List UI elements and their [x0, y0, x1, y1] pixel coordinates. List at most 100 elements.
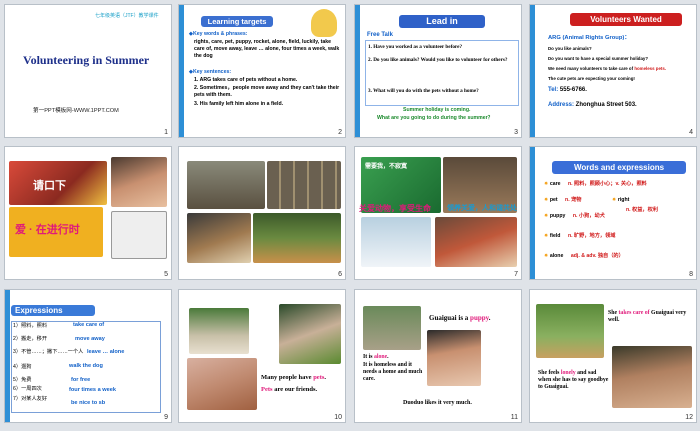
sentence-2: 2. Sometimes，people move away and they c…: [194, 85, 340, 99]
caption-line-1: She takes care of Guaiguai very well.: [608, 310, 687, 324]
slide-number: 4: [689, 129, 693, 136]
slide-thumbnail-7[interactable]: 需要我，不寂寞 关爱动物，享受生命 领养关爱，人和谐共处 7: [354, 146, 522, 280]
slide-thumbnail-10[interactable]: Many people have pets. Pets are our frie…: [178, 289, 346, 423]
cartoon-mascot: [311, 9, 337, 37]
question-1: 1. Have you worked as a volunteer before…: [368, 44, 463, 50]
side-bar: [355, 5, 360, 137]
expr-cn-2: 2）搬走，移开: [13, 336, 48, 342]
slide-number: 12: [685, 414, 693, 421]
word-row: ✸ pet n. 宠物: [544, 197, 582, 203]
slide-number: 11: [510, 414, 518, 421]
expr-cn-1: 1）照料，照料: [13, 323, 48, 329]
slide-title: Learning targets: [201, 16, 273, 27]
sun-icon: ✸: [544, 197, 549, 203]
dogs-collage-photo: [267, 161, 341, 209]
caption-line-3: It is homeless and it needs a home and m…: [363, 362, 423, 383]
expr-en-2: move away: [75, 336, 105, 342]
expr-cn-6: 6）一周四次: [13, 386, 42, 392]
key-words-heading: ◆Key words & phrases:: [189, 31, 248, 37]
puppy-photo: [363, 306, 421, 350]
expr-en-6: four times a week: [69, 387, 116, 393]
expr-en-7: be nice to sb: [71, 400, 106, 406]
slide-title: Volunteers Wanted: [570, 13, 682, 26]
dogs-on-grass-photo: [253, 213, 341, 263]
key-words-text: rights, care, pet, puppy, rocket, alone,…: [194, 39, 340, 60]
free-talk-label: Free Talk: [367, 32, 393, 38]
slide-number: 7: [514, 271, 518, 278]
polar-animal-photo: [361, 217, 431, 267]
side-bar: [530, 5, 535, 137]
girl-hugging-dog-photo: [612, 346, 692, 408]
girl-portrait-photo: [427, 330, 481, 386]
note-line-1: Summer holiday is coming.: [403, 107, 471, 113]
volunteers-with-dogs-photo: [435, 217, 517, 267]
caption-line-1: Guaiguai is a puppy.: [429, 314, 491, 322]
slide-number: 5: [164, 271, 168, 278]
caption-line-2: She feels lonely and sad when she has to…: [538, 370, 609, 391]
word-row: ✸ alone adj. & adv. 独自（的）: [544, 253, 624, 259]
slide-thumbnail-1[interactable]: 七年级英语（JTF）教学课件 Volunteering in Summer 第一…: [4, 4, 172, 138]
slide-title: Expressions: [11, 305, 95, 316]
girl-with-dog-photo: [111, 157, 167, 207]
caption-line-2: Pets are our friends.: [261, 386, 318, 393]
sentence-3: 3. His family left him alone in a field.: [194, 101, 284, 107]
sun-icon: ✸: [544, 181, 549, 187]
slide-thumbnail-4[interactable]: Volunteers Wanted ARG (Animal Rights Gro…: [529, 4, 697, 138]
line-3: Do you want to have a special summer hol…: [548, 56, 649, 61]
word-row: ✸ care n. 照料，照顾小心；v. 关心，照料: [544, 181, 647, 187]
poster-caption-1: 需要我，不寂寞: [365, 164, 408, 170]
slide-thumbnail-9[interactable]: Expressions 1）照料，照料 take care of 2）搬走，移开…: [4, 289, 172, 423]
slide-number: 1: [164, 129, 168, 136]
man-with-parrot-photo: [279, 304, 341, 364]
slide-number: 3: [514, 129, 518, 136]
slide-title: Volunteering in Summer: [23, 53, 150, 67]
slide-thumbnail-12[interactable]: She takes care of Guaiguai very well. Sh…: [529, 289, 697, 423]
word-row: ✸ right: [612, 197, 630, 203]
side-bar: [179, 5, 184, 137]
side-bar: [5, 290, 10, 422]
sun-icon: ✸: [544, 253, 549, 259]
sentence-1: 1. ARG takes care of pets without a home…: [194, 77, 298, 83]
slide-number: 8: [689, 271, 693, 278]
sun-icon: ✸: [544, 233, 549, 239]
slide-header: 七年级英语（JTF）教学课件: [95, 13, 159, 19]
slide-thumbnail-2[interactable]: Learning targets ◆Key words & phrases: r…: [178, 4, 346, 138]
question-2: 2. Do you like animals? Would you like t…: [368, 57, 508, 63]
girl-running-with-dog-photo: [536, 304, 604, 358]
banner-text: 爱 · 在进行时: [15, 224, 80, 236]
photo-sign: 请口下: [33, 180, 66, 192]
man-with-dog-photo: [189, 308, 249, 354]
caption-line-1: Many people have pets.: [261, 374, 327, 381]
note-line-2: What are you going to do during the summ…: [377, 115, 493, 121]
slide-thumbnail-3[interactable]: Lead in Free Talk 1. Have you worked as …: [354, 4, 522, 138]
org-name: ARG (Animal Rights Group)：: [548, 35, 631, 41]
expr-cn-5: 5）免费: [13, 377, 32, 383]
poster-caption-3: 领养关爱，人和谐共处: [447, 205, 517, 212]
slide-number: 9: [164, 414, 168, 421]
dog-shelter-photo: [187, 161, 265, 209]
address-line: Address: Zhonghua Street 503.: [548, 102, 637, 108]
tel-line: Tel: 555-6766.: [548, 87, 587, 93]
key-sentences-heading: ◆Key sentences:: [189, 69, 232, 75]
slide-footer: 第一PPT模板网-WWW.1PPT.COM: [33, 108, 119, 114]
slide-thumbnail-6[interactable]: 6: [178, 146, 346, 280]
expr-en-5: for free: [71, 377, 91, 383]
expr-en-4: walk the dog: [69, 363, 103, 369]
woman-with-dog-photo: [187, 213, 251, 263]
expr-en-1: take care of: [73, 322, 105, 328]
slide-thumbnail-8[interactable]: Words and expressions ✸ care n. 照料，照顾小心；…: [529, 146, 697, 280]
baby-with-cat-photo: [187, 358, 257, 410]
side-bar: [530, 147, 535, 279]
expr-en-3: leave … alone: [87, 349, 125, 355]
expr-cn-4: 4）遛狗: [13, 364, 32, 370]
line-4: We need many volunteers to take care of …: [548, 66, 667, 71]
slide-title: Lead in: [399, 15, 485, 28]
sun-icon: ✸: [544, 213, 549, 219]
line-2: Do you like animals?: [548, 46, 592, 51]
word-row: ✸ puppy n. 小狗，幼犬: [544, 213, 605, 219]
caption-line-2: It is alone.: [363, 354, 389, 360]
slide-thumbnail-11[interactable]: Guaiguai is a puppy. It is alone. It is …: [354, 289, 522, 423]
word-row: ✸ field n. 旷野，地方，领域: [544, 233, 616, 239]
question-3: 3. What will you do with the pets withou…: [368, 88, 479, 94]
slide-thumbnail-5[interactable]: 请口下 爱 · 在进行时 5: [4, 146, 172, 280]
